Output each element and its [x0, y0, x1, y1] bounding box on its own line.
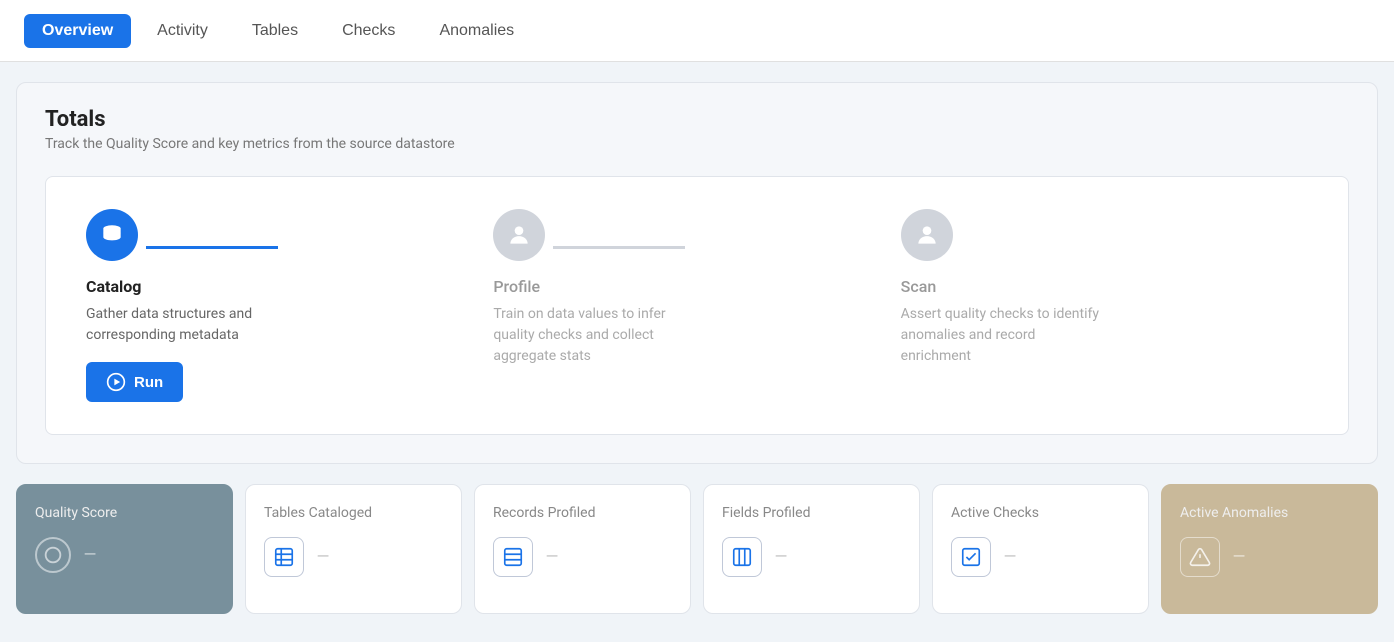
- scan-circle: [901, 209, 953, 261]
- rows-icon: [502, 546, 524, 568]
- active-anomalies-icon: [1180, 537, 1220, 577]
- fields-profiled-title: Fields Profiled: [722, 505, 901, 521]
- run-button[interactable]: Run: [86, 362, 183, 402]
- nav-tables[interactable]: Tables: [234, 14, 316, 48]
- warning-icon: [1189, 546, 1211, 568]
- active-anomalies-value: –: [1232, 545, 1246, 570]
- active-checks-card: Active Checks –: [932, 484, 1149, 614]
- database-icon: [99, 222, 125, 248]
- top-nav: Overview Activity Tables Checks Anomalie…: [0, 0, 1394, 62]
- checkmark-icon: [960, 546, 982, 568]
- main-content: Totals Track the Quality Score and key m…: [0, 62, 1394, 634]
- catalog-circle: [86, 209, 138, 261]
- tables-cataloged-value: –: [316, 545, 330, 570]
- scan-step: Scan Assert quality checks to identify a…: [901, 209, 1101, 367]
- profile-desc: Train on data values to infer quality ch…: [493, 304, 693, 367]
- active-checks-title: Active Checks: [951, 505, 1130, 521]
- catalog-name: Catalog: [86, 277, 141, 296]
- records-profiled-icon: [493, 537, 533, 577]
- circle-icon: [42, 544, 64, 566]
- quality-score-icon: [35, 537, 71, 573]
- catalog-step-header: [86, 209, 286, 261]
- scan-step-header: [901, 209, 1101, 261]
- profile-icon: [506, 222, 532, 248]
- catalog-step: Catalog Gather data structures and corre…: [86, 209, 286, 402]
- pipeline-card: Catalog Gather data structures and corre…: [45, 176, 1349, 435]
- catalog-desc: Gather data structures and corresponding…: [86, 304, 286, 346]
- fields-profiled-value-row: –: [722, 537, 901, 577]
- records-profiled-value-row: –: [493, 537, 672, 577]
- totals-subtitle: Track the Quality Score and key metrics …: [45, 136, 1349, 152]
- run-label: Run: [134, 374, 163, 391]
- active-anomalies-card: Active Anomalies –: [1161, 484, 1378, 614]
- table-icon: [273, 546, 295, 568]
- profile-circle: [493, 209, 545, 261]
- tables-cataloged-icon: [264, 537, 304, 577]
- records-profiled-title: Records Profiled: [493, 505, 672, 521]
- scan-desc: Assert quality checks to identify anomal…: [901, 304, 1101, 367]
- quality-score-title: Quality Score: [35, 505, 214, 521]
- quality-score-value: –: [83, 543, 97, 568]
- tables-cataloged-value-row: –: [264, 537, 443, 577]
- fields-profiled-card: Fields Profiled –: [703, 484, 920, 614]
- active-checks-icon: [951, 537, 991, 577]
- quality-score-card: Quality Score –: [16, 484, 233, 614]
- totals-card: Totals Track the Quality Score and key m…: [16, 82, 1378, 464]
- profile-step-container: Profile Train on data values to infer qu…: [493, 209, 900, 367]
- fields-profiled-icon: [722, 537, 762, 577]
- active-checks-value-row: –: [951, 537, 1130, 577]
- active-anomalies-title: Active Anomalies: [1180, 505, 1359, 521]
- catalog-profile-line: [146, 246, 278, 249]
- tables-cataloged-title: Tables Cataloged: [264, 505, 443, 521]
- nav-anomalies[interactable]: Anomalies: [421, 14, 532, 48]
- scan-step-container: Scan Assert quality checks to identify a…: [901, 209, 1308, 367]
- nav-activity[interactable]: Activity: [139, 14, 226, 48]
- records-profiled-value: –: [545, 545, 559, 570]
- active-anomalies-value-row: –: [1180, 537, 1359, 577]
- catalog-step-container: Catalog Gather data structures and corre…: [86, 209, 493, 402]
- fields-profiled-value: –: [774, 545, 788, 570]
- profile-scan-line: [553, 246, 685, 249]
- records-profiled-card: Records Profiled –: [474, 484, 691, 614]
- profile-name: Profile: [493, 277, 540, 296]
- metrics-row: Quality Score – Tables Cataloged: [16, 484, 1378, 614]
- quality-score-value-row: –: [35, 537, 214, 573]
- scan-name: Scan: [901, 277, 937, 296]
- tables-cataloged-card: Tables Cataloged –: [245, 484, 462, 614]
- scan-icon: [914, 222, 940, 248]
- profile-step-header: [493, 209, 693, 261]
- play-icon: [106, 372, 126, 392]
- columns-icon: [731, 546, 753, 568]
- active-checks-value: –: [1003, 545, 1017, 570]
- totals-title: Totals: [45, 107, 1349, 132]
- profile-step: Profile Train on data values to infer qu…: [493, 209, 693, 367]
- nav-checks[interactable]: Checks: [324, 14, 413, 48]
- nav-overview[interactable]: Overview: [24, 14, 131, 48]
